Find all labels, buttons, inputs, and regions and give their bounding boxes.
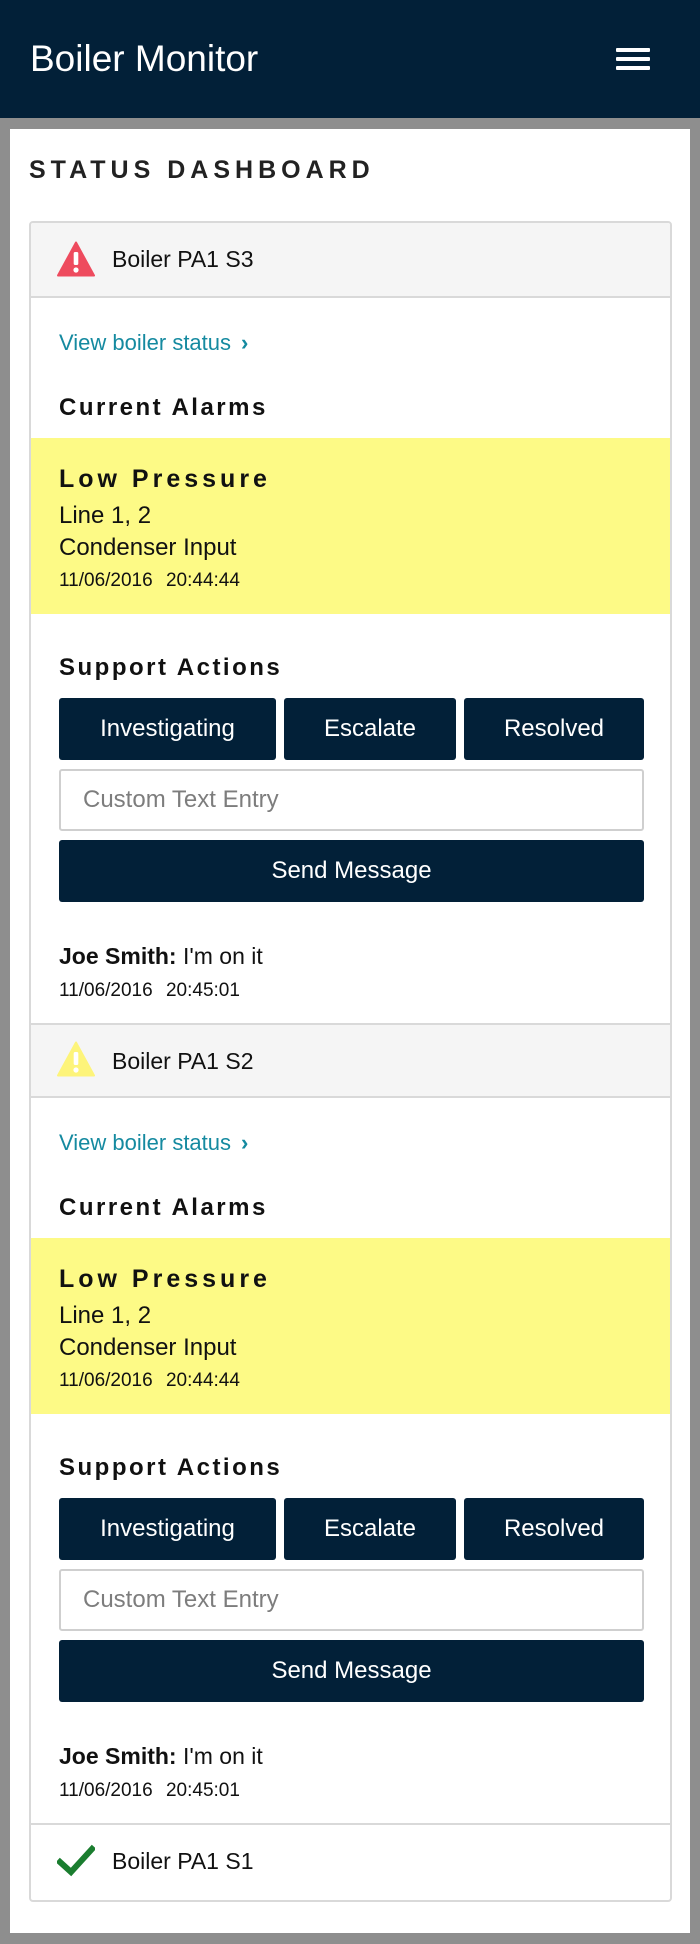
message: Joe Smith: I'm on it — [59, 943, 263, 970]
dashboard-sheet: STATUS DASHBOARD Boiler PA1 S3 View boil… — [10, 129, 690, 1933]
escalate-button[interactable]: Escalate — [284, 1498, 456, 1560]
boiler-name: Boiler PA1 S2 — [112, 1048, 254, 1074]
current-alarms-heading: Current Alarms — [59, 1194, 268, 1221]
boiler-body-s2: View boiler status › Current Alarms Low P… — [31, 1098, 670, 1823]
send-message-button[interactable]: Send Message — [59, 1640, 644, 1702]
alert-triangle-critical-icon — [57, 241, 95, 277]
alarm-title: Low Pressure — [59, 465, 271, 493]
boiler-name: Boiler PA1 S3 — [112, 246, 254, 272]
boiler-header-s3[interactable]: Boiler PA1 S3 — [31, 223, 670, 298]
message: Joe Smith: I'm on it — [59, 1743, 263, 1770]
custom-text-input[interactable] — [59, 769, 644, 831]
boiler-name: Boiler PA1 S1 — [112, 1848, 254, 1874]
resolved-button[interactable]: Resolved — [464, 698, 644, 760]
support-actions-heading: Support Actions — [59, 1454, 283, 1481]
hamburger-menu-icon[interactable] — [608, 41, 658, 77]
alarm-panel: Low Pressure Line 1, 2 Condenser Input 1… — [31, 1238, 670, 1414]
boiler-header-s2[interactable]: Boiler PA1 S2 — [31, 1023, 670, 1098]
alarm-panel: Low Pressure Line 1, 2 Condenser Input 1… — [31, 438, 670, 614]
alarm-location: Condenser Input — [59, 1334, 237, 1361]
custom-text-input[interactable] — [59, 1569, 644, 1631]
chevron-right-icon: › — [241, 330, 249, 355]
message-timestamp: 11/06/2016 20:45:01 — [59, 1780, 240, 1801]
message-text: I'm on it — [182, 943, 263, 969]
escalate-button[interactable]: Escalate — [284, 698, 456, 760]
boiler-header-s1[interactable]: Boiler PA1 S1 — [31, 1823, 670, 1898]
investigating-button[interactable]: Investigating — [59, 698, 276, 760]
current-alarms-heading: Current Alarms — [59, 394, 268, 421]
message-timestamp: 11/06/2016 20:45:01 — [59, 980, 240, 1001]
message-author: Joe Smith: — [59, 1743, 177, 1769]
resolved-button[interactable]: Resolved — [464, 1498, 644, 1560]
alert-triangle-warning-icon — [57, 1041, 95, 1077]
message-text: I'm on it — [182, 1743, 263, 1769]
alarm-line: Line 1, 2 — [59, 1302, 152, 1329]
boiler-card: Boiler PA1 S3 View boiler status › Curren… — [29, 221, 672, 1902]
app-header: Boiler Monitor — [0, 0, 700, 118]
alarm-timestamp: 11/06/2016 20:44:44 — [59, 1370, 240, 1391]
page-title: STATUS DASHBOARD — [29, 156, 375, 184]
support-actions-heading: Support Actions — [59, 654, 283, 681]
app-title: Boiler Monitor — [30, 38, 259, 79]
message-author: Joe Smith: — [59, 943, 177, 969]
boiler-body-s3: View boiler status › Current Alarms Low P… — [31, 298, 670, 1023]
alarm-title: Low Pressure — [59, 1265, 271, 1293]
view-boiler-status-label: View boiler status — [59, 330, 232, 355]
alarm-location: Condenser Input — [59, 534, 237, 561]
alarm-timestamp: 11/06/2016 20:44:44 — [59, 570, 240, 591]
view-boiler-status-link[interactable]: View boiler status › — [59, 1130, 248, 1156]
alarm-line: Line 1, 2 — [59, 502, 152, 529]
chevron-right-icon: › — [241, 1130, 249, 1155]
check-ok-icon — [57, 1844, 95, 1877]
view-boiler-status-label: View boiler status — [59, 1130, 232, 1155]
investigating-button[interactable]: Investigating — [59, 1498, 276, 1560]
send-message-button[interactable]: Send Message — [59, 840, 644, 902]
view-boiler-status-link[interactable]: View boiler status › — [59, 330, 248, 356]
